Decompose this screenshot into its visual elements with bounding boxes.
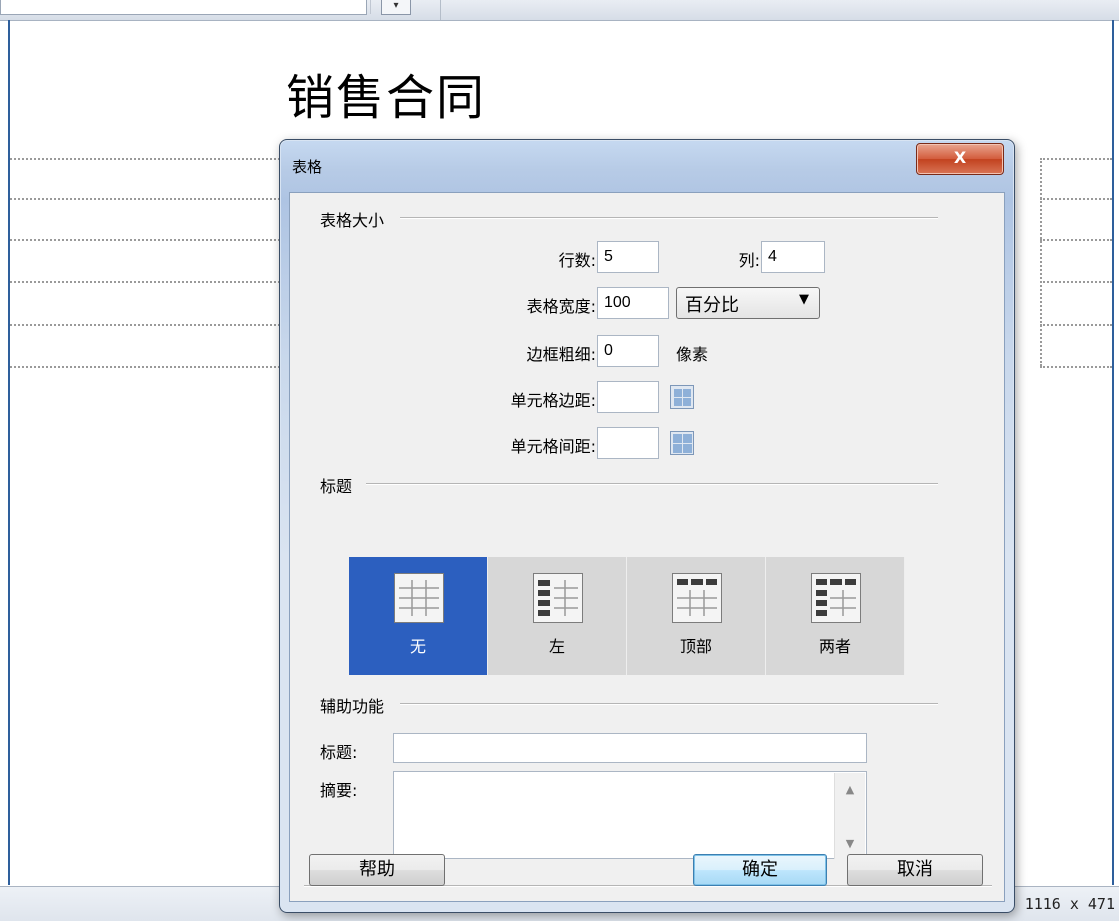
- section-table-size: 表格大小: [320, 211, 385, 230]
- border-thickness-input[interactable]: [597, 335, 659, 367]
- rows-label: 行数:: [558, 251, 596, 270]
- cell-padding-input[interactable]: [597, 381, 659, 413]
- header-option-both[interactable]: 两者: [766, 557, 905, 675]
- cols-label: 列:: [738, 251, 760, 270]
- ok-button[interactable]: 确定: [693, 854, 827, 886]
- chevron-down-icon: ▼: [799, 292, 809, 307]
- cell-spacing-input[interactable]: [597, 427, 659, 459]
- table-guide-line: [10, 324, 280, 326]
- table-both-header-icon: [811, 573, 861, 623]
- toolbar-dropdown-icon[interactable]: ▾: [381, 0, 411, 15]
- toolbar-separator: [370, 0, 371, 14]
- document-border: [1112, 20, 1114, 885]
- table-guide-line: [1040, 239, 1112, 241]
- table-guide-line: [10, 198, 280, 200]
- section-accessibility: 辅助功能: [320, 697, 385, 716]
- close-button[interactable]: X: [916, 143, 1004, 175]
- width-unit-value: 百分比: [685, 295, 739, 316]
- summary-textarea[interactable]: ▲ ▼: [393, 771, 867, 859]
- document-title[interactable]: 销售合同: [286, 58, 486, 128]
- border-unit-label: 像素: [676, 345, 709, 364]
- caption-label: 标题:: [320, 743, 358, 762]
- section-divider: [400, 703, 938, 705]
- table-guide-line: [1040, 366, 1112, 368]
- table-guide-line: [10, 281, 280, 283]
- section-header: 标题: [320, 477, 353, 496]
- cancel-button[interactable]: 取消: [847, 854, 983, 886]
- cell-spacing-icon: [670, 431, 694, 455]
- table-left-header-icon: [533, 573, 583, 623]
- section-divider: [366, 483, 938, 485]
- header-option-left[interactable]: 左: [488, 557, 627, 675]
- rows-input[interactable]: [597, 241, 659, 273]
- table-guide-line: [10, 366, 280, 368]
- dialog-body: 表格大小 行数: 列: 表格宽度: 百分比 ▼ 边框粗细: 像素 单元格边距: …: [289, 192, 1005, 902]
- table-top-header-icon: [672, 573, 722, 623]
- header-option-label: 两者: [818, 637, 851, 656]
- cell-padding-label: 单元格边距:: [510, 391, 596, 410]
- table-guide-line: [1040, 281, 1112, 283]
- table-dialog: 表格 X 表格大小 行数: 列: 表格宽度: 百分比 ▼ 边框粗细: 像素 单元…: [279, 139, 1015, 913]
- header-option-label: 左: [548, 637, 565, 656]
- document-border: [8, 20, 10, 885]
- section-divider: [400, 217, 938, 219]
- scroll-down-icon[interactable]: ▼: [835, 837, 865, 850]
- toolbar-separator: [440, 0, 441, 20]
- table-guide-line: [1040, 158, 1112, 160]
- table-guide-line: [1040, 158, 1042, 366]
- table-guide-line: [1040, 324, 1112, 326]
- scroll-up-icon[interactable]: ▲: [835, 783, 865, 796]
- width-unit-select[interactable]: 百分比 ▼: [676, 287, 820, 319]
- header-option-label: 顶部: [679, 637, 712, 656]
- cols-input[interactable]: [761, 241, 825, 273]
- table-width-label: 表格宽度:: [526, 297, 596, 316]
- table-guide-line: [1040, 198, 1112, 200]
- scrollbar[interactable]: ▲ ▼: [834, 773, 865, 859]
- table-guide-line: [10, 158, 280, 160]
- dialog-title: 表格: [292, 158, 323, 176]
- table-none-icon: [394, 573, 444, 623]
- header-option-label: 无: [409, 637, 426, 656]
- toolbar-combo[interactable]: [0, 0, 367, 15]
- table-width-input[interactable]: [597, 287, 669, 319]
- border-thickness-label: 边框粗细:: [526, 345, 596, 364]
- summary-label: 摘要:: [320, 781, 358, 800]
- help-button[interactable]: 帮助: [309, 854, 445, 886]
- cell-padding-icon: [670, 385, 694, 409]
- header-option-none[interactable]: 无: [349, 557, 488, 675]
- header-option-top[interactable]: 顶部: [627, 557, 766, 675]
- table-guide-line: [10, 239, 280, 241]
- caption-input[interactable]: [393, 733, 867, 763]
- cell-spacing-label: 单元格间距:: [510, 437, 596, 456]
- window-size-readout: 1116 x 471: [1024, 895, 1115, 913]
- toolbar: ▾: [0, 0, 1119, 21]
